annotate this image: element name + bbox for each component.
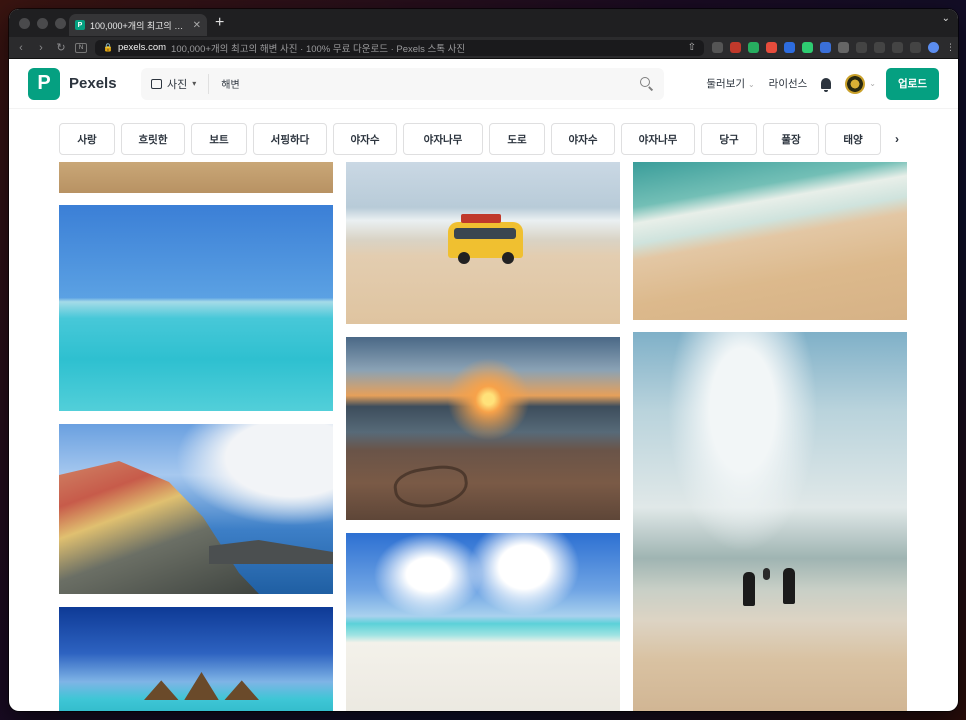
screenshot-icon[interactable] xyxy=(892,42,903,53)
downloads-icon[interactable] xyxy=(856,42,867,53)
upload-button[interactable]: 업로드 xyxy=(886,67,939,100)
photo-grid xyxy=(59,162,907,711)
tag-chip[interactable]: 야자수 xyxy=(333,123,397,155)
pexels-logo-text[interactable]: Pexels xyxy=(69,75,141,92)
explore-menu[interactable]: 둘러보기 ⌄ xyxy=(706,76,754,91)
photo-cinque-terre[interactable] xyxy=(59,424,333,594)
photo-white-sand[interactable] xyxy=(346,533,620,711)
account-menu[interactable]: ⌄ xyxy=(845,73,876,94)
tag-bar: 사랑 흐릿한 보트 서핑하다 야자수 야자나무 도로 야자수 야자나무 당구 풀장 태양 › xyxy=(9,109,958,160)
chevron-down-icon: ⌄ xyxy=(869,79,876,88)
bell-icon[interactable] xyxy=(821,78,832,92)
cast-icon[interactable] xyxy=(874,42,885,53)
tag-chip[interactable]: 야자수 xyxy=(551,123,615,155)
photo-turquoise-sea[interactable] xyxy=(59,205,333,411)
bookmark-star-icon[interactable] xyxy=(712,42,723,53)
window-controls xyxy=(9,17,69,29)
forward-icon[interactable]: › xyxy=(35,42,47,54)
photo-sunset-heart[interactable] xyxy=(346,337,620,520)
pexels-favicon-icon: P xyxy=(75,20,85,30)
extension-blue-icon[interactable] xyxy=(784,42,795,53)
chevron-down-icon: ▾ xyxy=(192,79,197,88)
tag-chip[interactable]: 서핑하다 xyxy=(253,123,327,155)
pexels-header: P Pexels 사진 ▾ 둘러보기 ⌄ 라이선스 ⌄ 업로드 xyxy=(9,59,958,109)
browser-tab-active[interactable]: P 100,000+개의 최고의 해변 사진 · 10 ✕ xyxy=(69,14,207,36)
profile-icon[interactable] xyxy=(928,42,939,53)
tab-close-icon[interactable]: ✕ xyxy=(193,20,201,31)
tag-chip[interactable]: 풀장 xyxy=(763,123,819,155)
maximize-window-button[interactable] xyxy=(55,17,66,29)
avatar xyxy=(845,73,866,94)
lock-icon: 🔒 xyxy=(103,43,113,52)
photo-people-running[interactable] xyxy=(633,332,907,711)
extension-green-icon[interactable] xyxy=(748,42,759,53)
extensions: ⋮ xyxy=(712,42,955,53)
browser-window: P 100,000+개의 최고의 해변 사진 · 10 ✕ + ⌄ ‹ › ↻ … xyxy=(9,9,958,711)
new-tab-icon[interactable]: + xyxy=(215,15,224,31)
address-bar[interactable]: 🔒 pexels.com 100,000+개의 최고의 해변 사진 · 100%… xyxy=(95,39,704,56)
search-input[interactable] xyxy=(209,78,640,89)
search-bar: 사진 ▾ xyxy=(141,67,664,100)
minimize-window-button[interactable] xyxy=(37,17,48,29)
image-icon xyxy=(151,78,162,89)
tag-chip[interactable]: 사랑 xyxy=(59,123,115,155)
tab-list-chevron-icon[interactable]: ⌄ xyxy=(942,13,950,24)
photo-sand-top[interactable] xyxy=(59,162,333,193)
license-link[interactable]: 라이선스 xyxy=(769,76,808,91)
url-host: pexels.com xyxy=(117,42,167,53)
extension-doc-icon[interactable] xyxy=(802,42,813,53)
tag-chip[interactable]: 태양 xyxy=(825,123,881,155)
chevron-right-icon[interactable]: › xyxy=(887,123,907,155)
extension-puzzle-icon[interactable] xyxy=(838,42,849,53)
search-type-label: 사진 xyxy=(167,78,188,91)
reload-icon[interactable]: ↻ xyxy=(55,41,67,54)
tag-chip[interactable]: 보트 xyxy=(191,123,247,155)
pexels-logo-icon[interactable]: P xyxy=(28,67,60,100)
reader-icon[interactable]: N xyxy=(75,42,87,53)
sidebar-icon[interactable] xyxy=(910,42,921,53)
extension-flag-icon[interactable] xyxy=(766,42,777,53)
tag-chip[interactable]: 야자나무 xyxy=(403,123,483,155)
chevron-down-icon: ⌄ xyxy=(747,80,755,89)
search-type-dropdown[interactable]: 사진 ▾ xyxy=(151,73,210,94)
tag-chip[interactable]: 도로 xyxy=(489,123,545,155)
extension-red-icon[interactable] xyxy=(730,42,741,53)
header-nav: 둘러보기 ⌄ 라이선스 ⌄ xyxy=(706,73,876,94)
tag-chip[interactable]: 야자나무 xyxy=(621,123,695,155)
menu-dots-icon[interactable]: ⋮ xyxy=(946,42,955,53)
close-window-button[interactable] xyxy=(19,17,30,29)
explore-label: 둘러보기 xyxy=(706,78,746,90)
photo-toy-van[interactable] xyxy=(346,162,620,324)
tab-bar: P 100,000+개의 최고의 해변 사진 · 10 ✕ + ⌄ xyxy=(9,9,958,37)
tab-title: 100,000+개의 최고의 해변 사진 · 10 xyxy=(90,20,188,31)
tabbar-right: ⌄ xyxy=(942,13,950,24)
tag-chip[interactable]: 당구 xyxy=(701,123,757,155)
photo-overwater-bungalow[interactable] xyxy=(59,607,333,711)
tag-chip[interactable]: 흐릿한 xyxy=(121,123,185,155)
share-icon[interactable]: ⇧ xyxy=(688,42,696,53)
back-icon[interactable]: ‹ xyxy=(15,42,27,54)
photo-aerial-wave[interactable] xyxy=(633,162,907,320)
browser-toolbar: ‹ › ↻ N 🔒 pexels.com 100,000+개의 최고의 해변 사… xyxy=(9,37,958,59)
url-rest: 100,000+개의 최고의 해변 사진 · 100% 무료 다운로드 · Pe… xyxy=(171,43,466,55)
search-icon[interactable] xyxy=(640,76,654,91)
extension-download-icon[interactable] xyxy=(820,42,831,53)
